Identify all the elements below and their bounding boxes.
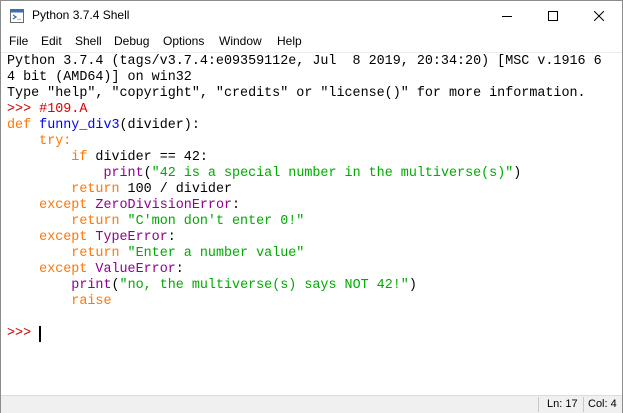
- def-signature: (divider):: [119, 118, 200, 133]
- if-keyword: if: [71, 150, 96, 165]
- try-keyword: try:: [39, 134, 72, 149]
- banner-line-1: Python 3.7.4 (tags/v3.7.4:e09359112e, Ju…: [7, 54, 602, 69]
- paren-close: ): [513, 166, 522, 181]
- minimize-icon: [502, 11, 512, 21]
- print-builtin: print: [103, 166, 144, 181]
- paren-close: ): [408, 278, 417, 293]
- exception-name: TypeError: [95, 230, 168, 245]
- code-line-raise: raise: [7, 294, 111, 310]
- code-line-return-1: return 100 / divider: [7, 182, 232, 198]
- menu-debug[interactable]: Debug: [114, 34, 149, 48]
- python-app-icon: [10, 9, 24, 23]
- exception-name: ZeroDivisionError: [95, 198, 233, 213]
- shell-prompt: >>>: [7, 326, 40, 341]
- code-line-if: if divider == 42:: [7, 150, 208, 166]
- maximize-button[interactable]: [530, 1, 576, 31]
- maximize-icon: [548, 11, 558, 21]
- code-line-return-2: return "C'mon don't enter 0!": [7, 214, 304, 230]
- status-column-number: Col: 4: [588, 398, 617, 410]
- code-line-try: try:: [7, 134, 71, 150]
- print-builtin: print: [71, 278, 112, 293]
- except-keyword: except: [39, 198, 96, 213]
- def-keyword: def: [7, 118, 40, 133]
- status-line-number: Ln: 17: [547, 398, 578, 410]
- close-button[interactable]: [576, 1, 622, 31]
- return-keyword: return: [71, 214, 128, 229]
- code-line-print-2: print("no, the multiverse(s) says NOT 42…: [7, 278, 417, 294]
- title-bar[interactable]: Python 3.7.4 Shell: [1, 1, 622, 31]
- return-keyword: return: [71, 182, 128, 197]
- status-divider: [538, 397, 539, 412]
- text-cursor: [39, 326, 41, 342]
- return-string: "Enter a number value": [127, 246, 305, 261]
- menu-help[interactable]: Help: [277, 34, 302, 48]
- shell-text-area[interactable]: Python 3.7.4 (tags/v3.7.4:e09359112e, Ju…: [1, 53, 622, 395]
- except-keyword: except: [39, 230, 96, 245]
- paren-open: (: [111, 278, 120, 293]
- raise-keyword: raise: [71, 294, 112, 309]
- banner-line-3: Type "help", "copyright", "credits" or "…: [7, 86, 586, 101]
- except-keyword: except: [39, 262, 96, 277]
- code-line-except-1: except ZeroDivisionError:: [7, 198, 240, 214]
- print-string-1: "42 is a special number in the multivers…: [151, 166, 514, 181]
- menu-shell[interactable]: Shell: [75, 34, 102, 48]
- status-bar: Ln: 17 Col: 4: [1, 395, 622, 413]
- banner-line-2: 4 bit (AMD64)] on win32: [7, 70, 192, 85]
- return-string: "C'mon don't enter 0!": [127, 214, 305, 229]
- shell-prompt: >>>: [7, 102, 40, 117]
- code-comment: #109.A: [39, 102, 88, 117]
- minimize-button[interactable]: [484, 1, 530, 31]
- print-string-2: "no, the multiverse(s) says NOT 42!": [119, 278, 409, 293]
- if-condition: divider == 42:: [95, 150, 208, 165]
- code-line-except-2: except TypeError:: [7, 230, 176, 246]
- code-line-print-1: print("42 is a special number in the mul…: [7, 166, 521, 182]
- code-line-def: def funny_div3(divider):: [7, 118, 200, 134]
- close-icon: [594, 11, 604, 21]
- code-line-return-3: return "Enter a number value": [7, 246, 304, 262]
- code-line-comment: >>> #109.A: [7, 102, 87, 118]
- function-name: funny_div3: [39, 118, 120, 133]
- menu-window[interactable]: Window: [219, 34, 262, 48]
- menu-file[interactable]: File: [9, 34, 28, 48]
- code-line-except-3: except ValueError:: [7, 262, 184, 278]
- return-keyword: return: [71, 246, 128, 261]
- menu-options[interactable]: Options: [163, 34, 204, 48]
- menu-edit[interactable]: Edit: [41, 34, 62, 48]
- colon: :: [232, 198, 241, 213]
- idle-shell-window: Python 3.7.4 Shell File Edit Shell Debug…: [0, 0, 623, 413]
- menu-bar: File Edit Shell Debug Options Window Hel…: [1, 31, 622, 52]
- paren-open: (: [143, 166, 152, 181]
- return-expression: 100 / divider: [127, 182, 233, 197]
- status-divider: [583, 397, 584, 412]
- colon: :: [167, 230, 176, 245]
- code-line-input-prompt: >>>: [7, 326, 39, 342]
- window-title: Python 3.7.4 Shell: [32, 8, 130, 22]
- colon: :: [175, 262, 184, 277]
- exception-name: ValueError: [95, 262, 176, 277]
